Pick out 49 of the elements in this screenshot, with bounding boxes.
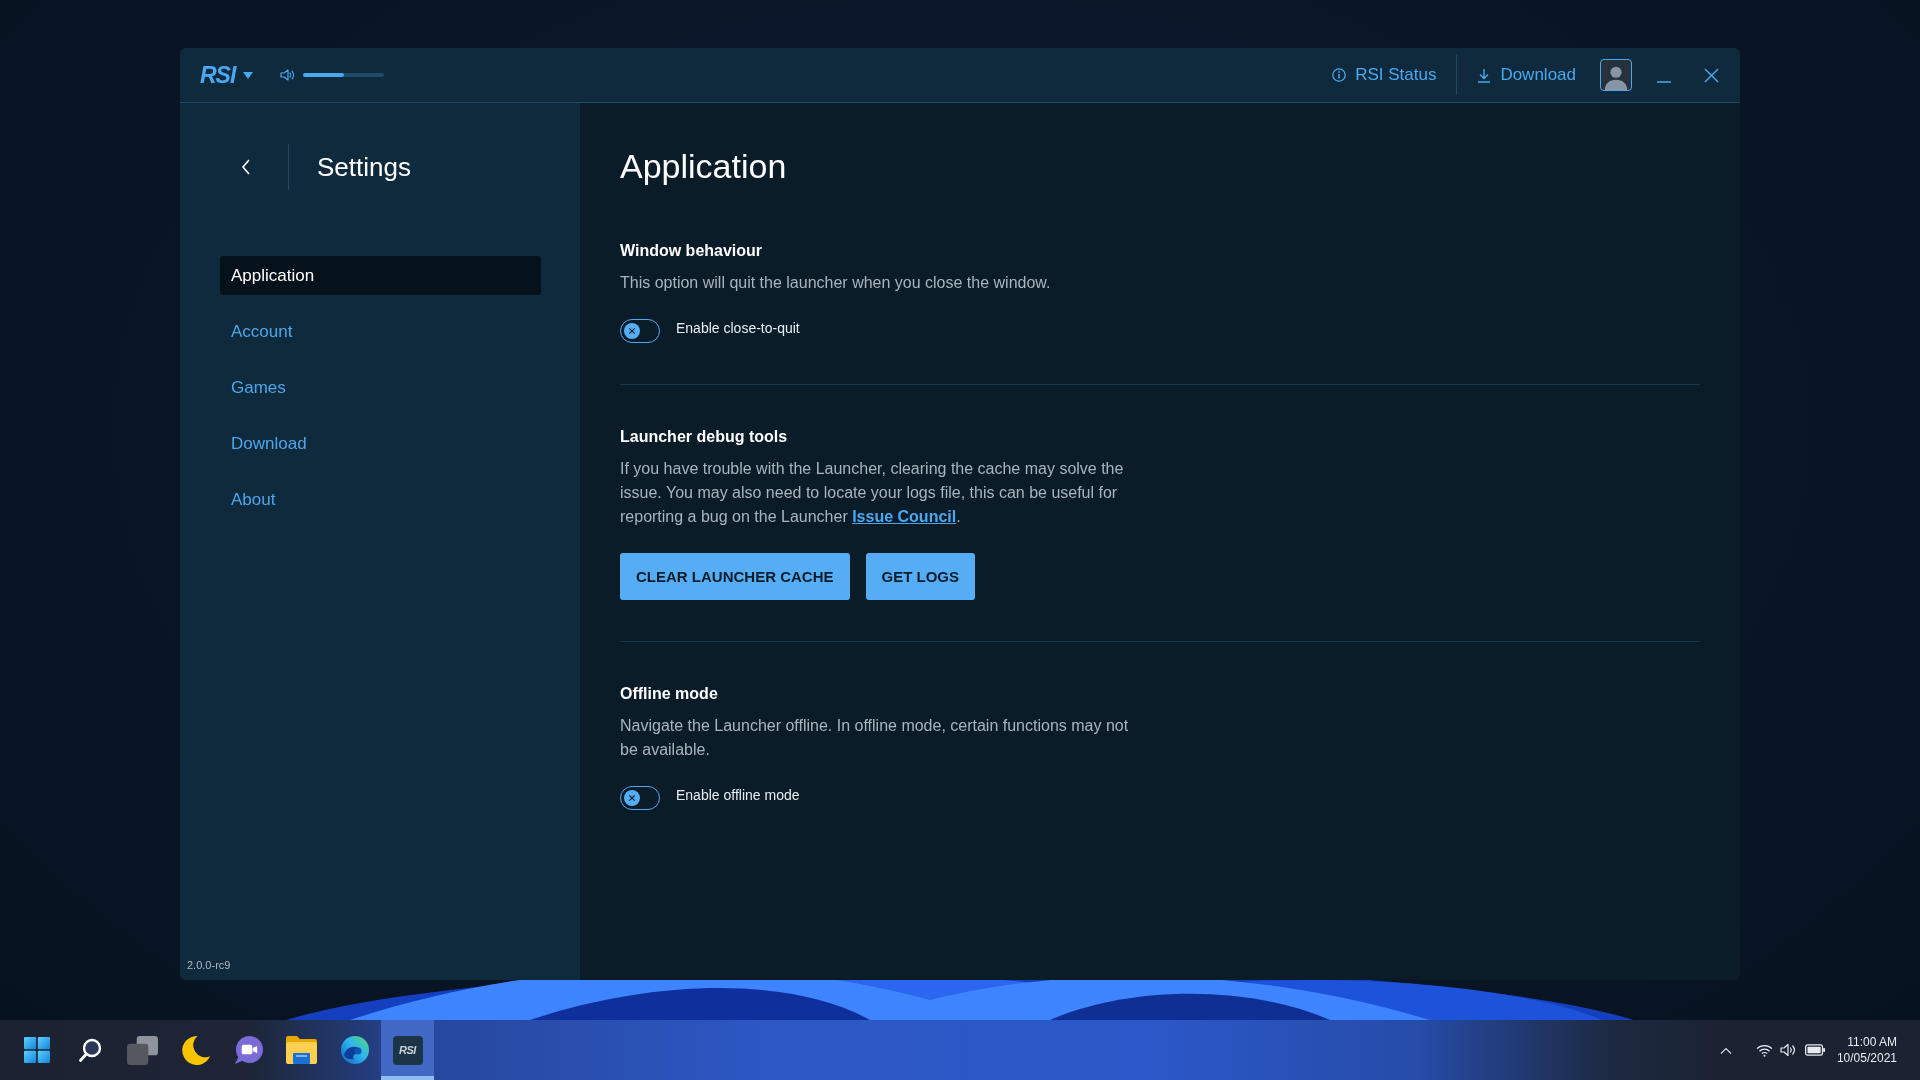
folder-icon [286,1036,317,1064]
status-link[interactable]: RSI Status [1332,64,1437,86]
video-chat-icon [234,1035,263,1065]
section-heading: Launcher debug tools [620,427,789,447]
clock-date[interactable]: 10/05/2021 [1836,1050,1897,1066]
page-title: Application [620,146,788,186]
section-description: Navigate the Launcher offline. In offline mode, certain functions may not be available. [620,716,1130,760]
cross-icon [623,790,640,806]
sidebar-title: Settings [288,144,411,190]
toggle-label: Enable close-to-quit [676,319,800,337]
download-icon [1477,67,1492,83]
section-heading: Window behaviour [620,241,764,261]
sidebar-item[interactable]: Download [220,424,541,463]
sidebar-item[interactable]: Account [220,312,541,351]
section-description: If you have trouble with the Launcher, clearing the cache may solve the issue. You may also need to locate your logs file, this can be useful for reporting a bug on the Launcher Issue Council. [620,459,1125,527]
overlapping-squares-icon [127,1035,158,1065]
speaker-icon[interactable] [1779,1043,1796,1057]
toggle-label: Enable offline mode [676,786,800,804]
sidebar-item[interactable]: About [220,480,541,519]
cross-icon [623,323,640,339]
volume-slider[interactable] [303,73,385,77]
start-icon [23,1037,50,1063]
avatar-button[interactable] [1600,59,1632,91]
chevron-left-icon [241,159,251,175]
section-heading: Offline mode [620,684,719,704]
chevron-up-icon[interactable] [1719,1046,1732,1054]
minimize-icon [1657,80,1671,83]
info-icon [1332,68,1347,82]
swirl-icon [340,1036,369,1064]
action-button[interactable]: GET LOGS [865,553,975,600]
close-icon [1704,67,1719,83]
app-logo: RSI [392,1035,423,1065]
taskbar-button[interactable]: RSI [381,1020,434,1080]
section-description: This option will quit the launcher when you close the window. [620,273,1052,293]
sidebar-item[interactable]: Games [220,368,541,407]
sidebar-item[interactable]: Application [220,256,541,295]
action-button[interactable]: CLEAR LAUNCHER CACHE [620,553,850,600]
battery-icon[interactable] [1804,1044,1826,1056]
clock-time[interactable]: 11:00 AM [1847,1034,1897,1050]
wifi-icon[interactable] [1755,1043,1773,1057]
logo-menu-button[interactable]: RSI [200,61,254,89]
crescent-moon-icon [181,1035,210,1065]
close-button[interactable] [1704,67,1719,83]
download-link[interactable]: Download [1477,64,1576,86]
version-label: 2.0.0-rc9 [186,958,232,973]
text-link[interactable]: Issue Council [852,508,957,525]
caret-down-icon [243,71,254,79]
search-icon [77,1037,102,1063]
speaker-icon[interactable] [280,69,295,81]
